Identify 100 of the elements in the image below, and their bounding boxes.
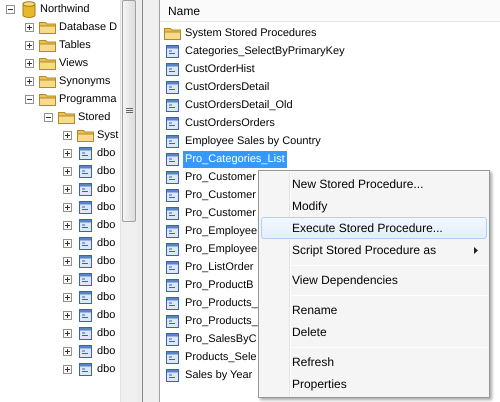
expand-icon[interactable] xyxy=(63,364,72,374)
menu-item[interactable]: Rename xyxy=(261,299,487,321)
stored-procedure-icon xyxy=(166,314,179,328)
list-item[interactable]: Categories_SelectByPrimaryKey xyxy=(183,42,347,60)
scrollbar[interactable] xyxy=(120,0,137,402)
folder-icon xyxy=(39,20,56,34)
tree-item[interactable]: Synonyms xyxy=(58,72,112,90)
folder-icon xyxy=(39,38,56,52)
expand-icon[interactable] xyxy=(25,76,34,86)
expand-icon[interactable] xyxy=(63,202,72,212)
scrollbar-thumb[interactable] xyxy=(122,0,136,222)
stored-procedure-icon xyxy=(166,170,179,184)
list-item[interactable]: CustOrdersDetail_Old xyxy=(183,96,295,114)
expand-icon[interactable] xyxy=(63,292,72,302)
database-icon xyxy=(22,0,36,18)
menu-item[interactable]: Execute Stored Procedure... xyxy=(261,217,487,239)
list-item[interactable]: Pro_Products_ xyxy=(183,294,260,312)
expand-icon[interactable] xyxy=(63,328,72,338)
stored-procedure-icon xyxy=(79,200,92,214)
folder-icon xyxy=(39,56,56,70)
expand-icon[interactable] xyxy=(63,310,72,320)
stored-procedure-icon xyxy=(166,350,179,364)
menu-item[interactable]: New Stored Procedure... xyxy=(261,173,487,195)
stored-procedure-icon xyxy=(166,278,179,292)
menu-item[interactable]: Script Stored Procedure as xyxy=(261,239,487,261)
expand-icon[interactable] xyxy=(63,166,72,176)
list-item[interactable]: CustOrdersOrders xyxy=(183,114,277,132)
tree-item[interactable]: Programma xyxy=(58,90,118,108)
tree-item[interactable]: Tables xyxy=(58,36,92,54)
list-item[interactable]: CustOrderHist xyxy=(183,60,257,78)
collapse-icon[interactable] xyxy=(6,4,15,14)
tree-item[interactable]: Syst xyxy=(96,126,120,144)
tree-item[interactable]: dbo xyxy=(96,144,116,162)
list-item[interactable]: System Stored Procedures xyxy=(183,24,318,42)
tree-item[interactable]: dbo xyxy=(96,216,116,234)
stored-procedure-icon xyxy=(166,80,179,94)
expand-icon[interactable] xyxy=(25,58,34,68)
list-item[interactable]: Pro_Customer xyxy=(183,186,258,204)
menu-item[interactable]: Delete xyxy=(261,321,487,343)
stored-procedure-icon xyxy=(79,254,92,268)
expand-icon[interactable] xyxy=(63,220,72,230)
folder-icon xyxy=(39,74,56,88)
expand-icon[interactable] xyxy=(63,184,72,194)
column-header[interactable]: Name xyxy=(160,0,500,22)
tree-item[interactable]: dbo xyxy=(96,162,116,180)
list-item[interactable]: Pro_Employee xyxy=(183,240,260,258)
menu-item[interactable]: View Dependencies xyxy=(261,269,487,291)
list-item[interactable]: Pro_Customer xyxy=(183,168,258,186)
grip-icon xyxy=(126,108,132,114)
submenu-arrow-icon xyxy=(474,246,478,254)
stored-procedure-icon xyxy=(166,332,179,346)
stored-procedure-icon xyxy=(166,188,179,202)
tree-item[interactable]: dbo xyxy=(96,252,116,270)
tree-item[interactable]: dbo xyxy=(96,306,116,324)
collapse-icon[interactable] xyxy=(44,112,53,122)
tree-item[interactable]: Northwind xyxy=(39,0,91,18)
expand-icon[interactable] xyxy=(25,40,34,50)
tree-item[interactable]: dbo xyxy=(96,234,116,252)
tree-item[interactable]: Views xyxy=(58,54,90,72)
menu-item[interactable]: Properties xyxy=(261,373,487,395)
list-item[interactable]: Sales by Year xyxy=(183,366,254,384)
tree-item[interactable]: dbo xyxy=(96,360,116,378)
menu-item[interactable]: Modify xyxy=(261,195,487,217)
expand-icon[interactable] xyxy=(63,238,72,248)
folder-icon xyxy=(39,92,56,106)
list-item[interactable]: Employee Sales by Country xyxy=(183,132,323,150)
list-item[interactable]: Pro_ListOrder xyxy=(183,258,256,276)
pane-splitter[interactable] xyxy=(137,0,160,402)
tree-item[interactable]: dbo xyxy=(96,180,116,198)
stored-procedure-icon xyxy=(166,206,179,220)
list-item[interactable]: Pro_Customer xyxy=(183,204,258,222)
stored-procedure-icon xyxy=(166,296,179,310)
list-item[interactable]: Pro_SalesByC xyxy=(183,330,259,348)
list-item[interactable]: CustOrdersDetail xyxy=(183,78,272,96)
stored-procedure-icon xyxy=(166,224,179,238)
stored-procedure-icon xyxy=(166,116,179,130)
tree-item[interactable]: Database D xyxy=(58,18,118,36)
tree-item[interactable]: dbo xyxy=(96,324,116,342)
stored-procedure-icon xyxy=(79,164,92,178)
expand-icon[interactable] xyxy=(63,256,72,266)
list-item[interactable]: Pro_ProductB xyxy=(183,276,256,294)
tree-item[interactable]: dbo xyxy=(96,288,116,306)
list-item[interactable]: Products_Sele xyxy=(183,348,259,366)
collapse-icon[interactable] xyxy=(25,94,34,104)
tree-item[interactable]: dbo xyxy=(96,342,116,360)
tree-item[interactable]: dbo xyxy=(96,198,116,216)
stored-procedure-icon xyxy=(79,236,92,250)
expand-icon[interactable] xyxy=(63,346,72,356)
folder-icon xyxy=(77,128,94,142)
list-item[interactable]: Pro_Employee xyxy=(183,222,260,240)
menu-item[interactable]: Refresh xyxy=(261,351,487,373)
expand-icon[interactable] xyxy=(63,148,72,158)
expand-icon[interactable] xyxy=(25,22,34,32)
stored-procedure-icon xyxy=(166,368,179,382)
expand-icon[interactable] xyxy=(63,274,72,284)
stored-procedure-icon xyxy=(79,182,92,196)
tree-item[interactable]: Stored xyxy=(77,108,112,126)
tree-item[interactable]: dbo xyxy=(96,270,116,288)
expand-icon[interactable] xyxy=(63,130,72,140)
list-item[interactable]: Pro_Products_ xyxy=(183,312,260,330)
